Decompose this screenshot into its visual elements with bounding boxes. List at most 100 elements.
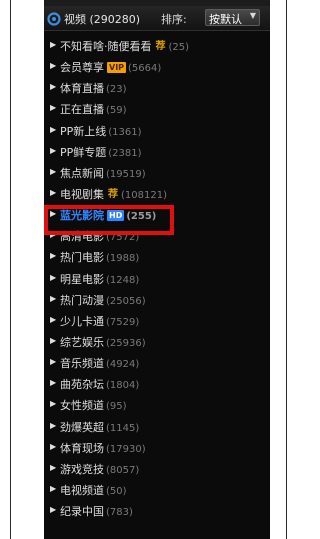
channel-item[interactable]: ▶ PP新上线 (1361): [44, 120, 270, 141]
channel-label[interactable]: 游戏竞技 (8057): [60, 461, 139, 477]
channel-item[interactable]: ▶ 明星电影 (1248): [44, 268, 270, 289]
channel-count: (95): [106, 401, 127, 413]
channel-item[interactable]: ▶ PP鲜专题 (2381): [44, 141, 270, 162]
channel-label[interactable]: 音乐频道 (4924): [60, 355, 139, 371]
channel-name: 体育直播: [60, 82, 104, 96]
channel-label[interactable]: 纪录中国 (783): [60, 503, 133, 519]
channel-label[interactable]: 明星电影 (1248): [60, 271, 139, 287]
channel-item[interactable]: ▶ 体育现场 (17930): [44, 437, 270, 458]
expand-arrow-icon[interactable]: ▶: [50, 294, 56, 303]
channel-item[interactable]: ▶ 劲爆英超 (1145): [44, 416, 270, 437]
expand-arrow-icon[interactable]: ▶: [50, 315, 56, 324]
channel-name: 劲爆英超: [60, 420, 104, 434]
sort-selected-value: 按默认: [209, 13, 242, 26]
channel-count: (19519): [106, 168, 146, 180]
channel-label[interactable]: 女性频道 (95): [60, 397, 127, 413]
channel-name: 电视频道: [60, 483, 104, 497]
channel-item[interactable]: ▶ 会员尊享 VIP (5664): [44, 56, 270, 77]
expand-arrow-icon[interactable]: ▶: [50, 82, 56, 91]
channel-label[interactable]: 不知看啥·随便看看荐 (25): [60, 38, 189, 54]
channel-label[interactable]: 曲苑杂坛 (1804): [60, 376, 139, 392]
channel-label[interactable]: 焦点新闻 (19519): [60, 165, 146, 181]
channel-item[interactable]: ▶ 女性频道 (95): [44, 394, 270, 415]
channel-label[interactable]: PP新上线 (1361): [60, 123, 142, 139]
channel-label[interactable]: 体育现场 (17930): [60, 440, 146, 456]
channel-label[interactable]: 综艺娱乐 (25936): [60, 334, 146, 350]
sort-dropdown[interactable]: 按默认 ▼: [205, 9, 260, 26]
channel-count: (25056): [106, 295, 146, 307]
expand-arrow-icon[interactable]: ▶: [50, 378, 56, 387]
channel-list: ▶ 不知看啥·随便看看荐 (25) ▶ 会员尊享 VIP (5664) ▶ 体育直播 (23) ▶ 正…: [44, 35, 270, 521]
channel-name: 游戏竞技: [60, 462, 104, 476]
channel-item[interactable]: ▶ 游戏竞技 (8057): [44, 458, 270, 479]
channel-name: 电视剧集: [60, 187, 104, 201]
rec-badge: 荐: [108, 188, 118, 200]
channel-label[interactable]: 热门动漫 (25056): [60, 292, 146, 308]
channel-name: 音乐频道: [60, 357, 104, 371]
channel-item[interactable]: ▶ 不知看啥·随便看看荐 (25): [44, 35, 270, 56]
rec-badge: 荐: [155, 41, 166, 52]
channel-item[interactable]: ▶ 电视剧集荐 (108121): [44, 183, 270, 204]
channel-item[interactable]: ▶ 音乐频道 (4924): [44, 352, 270, 373]
channel-name: 纪录中国: [60, 505, 104, 519]
expand-arrow-icon[interactable]: ▶: [50, 505, 56, 514]
channel-item[interactable]: ▶ 曲苑杂坛 (1804): [44, 373, 270, 394]
expand-arrow-icon[interactable]: ▶: [50, 188, 56, 197]
channel-count: (2381): [108, 147, 142, 159]
channel-name: 体育现场: [60, 441, 104, 455]
channel-label[interactable]: 热门电影 (1988): [60, 249, 139, 265]
channel-label[interactable]: 正在直播 (59): [60, 101, 127, 117]
channel-item[interactable]: ▶ 体育直播 (23): [44, 77, 270, 98]
channel-name: 焦点新闻: [60, 166, 104, 180]
expand-arrow-icon[interactable]: ▶: [50, 399, 56, 408]
channel-label[interactable]: PP鲜专题 (2381): [60, 144, 142, 160]
channel-count: (8057): [106, 464, 140, 476]
panel-header: 视频 (290280) 排序: 按默认 ▼: [44, 6, 270, 31]
expand-arrow-icon[interactable]: ▶: [50, 442, 56, 451]
channel-label[interactable]: 会员尊享 VIP (5664): [60, 59, 161, 75]
channel-item[interactable]: ▶ 正在直播 (59): [44, 98, 270, 119]
channel-label[interactable]: 电视剧集荐 (108121): [60, 186, 167, 202]
expand-arrow-icon[interactable]: ▶: [50, 251, 56, 260]
channel-item[interactable]: ▶ 纪录中国 (783): [44, 500, 270, 521]
expand-arrow-icon[interactable]: ▶: [50, 273, 56, 282]
channel-label[interactable]: 体育直播 (23): [60, 80, 127, 96]
expand-arrow-icon[interactable]: ▶: [50, 125, 56, 134]
channel-count: (1361): [108, 126, 142, 138]
expand-arrow-icon[interactable]: ▶: [50, 357, 56, 366]
video-category-icon[interactable]: [47, 11, 61, 26]
expand-arrow-icon[interactable]: ▶: [50, 61, 56, 70]
channel-name: 曲苑杂坛: [60, 378, 104, 392]
channel-item[interactable]: ▶ 少儿卡通 (7529): [44, 310, 270, 331]
channel-item[interactable]: ▶ 热门电影 (1988): [44, 246, 270, 267]
channel-count: (1988): [106, 253, 140, 265]
expand-arrow-icon[interactable]: ▶: [50, 103, 56, 112]
channel-label[interactable]: 少儿卡通 (7529): [60, 313, 139, 329]
expand-arrow-icon[interactable]: ▶: [50, 484, 56, 493]
window-frame-right: [286, 0, 287, 539]
channel-count: (59): [106, 105, 127, 117]
expand-arrow-icon[interactable]: ▶: [50, 336, 56, 345]
expand-arrow-icon[interactable]: ▶: [50, 167, 56, 176]
expand-arrow-icon[interactable]: ▶: [50, 421, 56, 430]
expand-arrow-icon[interactable]: ▶: [50, 40, 56, 49]
channel-item[interactable]: ▶ 焦点新闻 (19519): [44, 162, 270, 183]
channel-count: (783): [106, 507, 133, 519]
channel-count: (5664): [128, 63, 162, 75]
channel-label[interactable]: 电视频道 (50): [60, 482, 127, 498]
channel-item[interactable]: ▶ 热门动漫 (25056): [44, 289, 270, 310]
channel-item[interactable]: ▶ 电视频道 (50): [44, 479, 270, 500]
annotation-highlight-box: [44, 205, 174, 235]
channel-count: (1804): [106, 380, 140, 392]
channel-label[interactable]: 劲爆英超 (1145): [60, 419, 139, 435]
expand-arrow-icon[interactable]: ▶: [50, 146, 56, 155]
category-name: 视频: [64, 13, 86, 26]
channel-item[interactable]: ▶ 综艺娱乐 (25936): [44, 331, 270, 352]
channel-count: (17930): [106, 443, 146, 455]
vip-badge: VIP: [107, 62, 127, 74]
expand-arrow-icon[interactable]: ▶: [50, 463, 56, 472]
window-frame-left: [10, 0, 11, 539]
channel-name: 不知看啥·随便看看: [60, 40, 152, 53]
channel-name: PP鲜专题: [60, 145, 107, 159]
channel-count: (25936): [106, 337, 146, 349]
